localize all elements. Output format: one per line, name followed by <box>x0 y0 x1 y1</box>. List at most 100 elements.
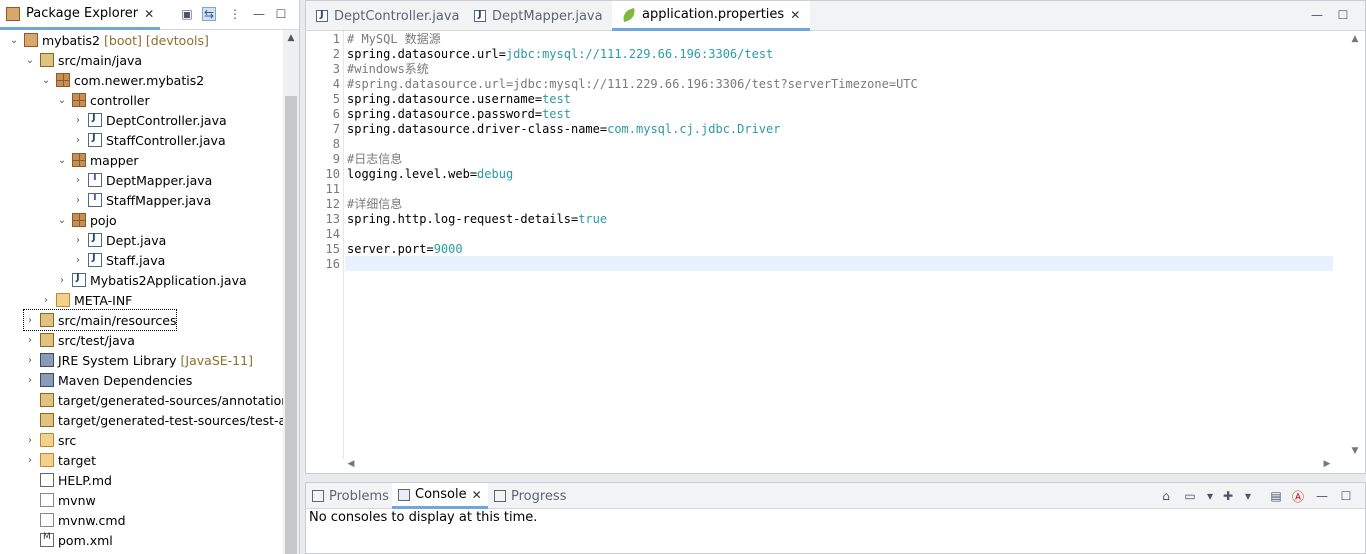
tree-item[interactable]: ⌄ controller <box>56 90 150 110</box>
line-number: 1 <box>332 31 340 46</box>
tree-item[interactable]: › Staff.java <box>72 250 165 270</box>
scroll-left-arrow-icon[interactable]: ◀ <box>344 457 358 471</box>
tree-item[interactable]: mvnw <box>24 490 96 510</box>
tree-item[interactable]: ⌄ com.newer.mybatis2 <box>40 70 204 90</box>
chevron-down-icon[interactable]: ⌄ <box>56 154 68 166</box>
scroll-up-arrow-icon[interactable]: ▲ <box>283 30 299 46</box>
tab-progress[interactable]: Progress <box>488 483 572 509</box>
chevron-down-icon[interactable]: ⌄ <box>24 54 36 66</box>
chevron-right-icon[interactable]: › <box>24 314 36 326</box>
tree-item[interactable]: › target <box>24 450 96 470</box>
chevron-right-icon[interactable]: › <box>24 434 36 446</box>
tree-item-label: META-INF <box>74 292 133 308</box>
key-token: spring.datasource.driver-class-name= <box>347 121 608 136</box>
tree-item[interactable]: mvnw.cmd <box>24 510 126 530</box>
open-console-icon[interactable]: ✚ <box>1220 488 1236 504</box>
maximize-icon[interactable]: ☐ <box>274 7 288 21</box>
key-token: server.port= <box>347 241 434 256</box>
chevron-down-icon[interactable]: ⌄ <box>56 94 68 106</box>
tab-problems[interactable]: Problems <box>306 483 395 509</box>
tree-item[interactable]: › StaffController.java <box>72 130 226 150</box>
tree-item-label: controller <box>90 92 150 108</box>
clipboard-icon[interactable]: ▤ <box>1268 488 1284 504</box>
tree-item[interactable]: target/generated-sources/annotations <box>24 390 283 410</box>
chevron-right-icon[interactable]: › <box>24 374 36 386</box>
tab-package-explorer[interactable]: Package Explorer ✕ <box>0 0 161 30</box>
minimize-icon[interactable]: — <box>252 7 266 21</box>
editor-vertical-scrollbar[interactable]: ▲ ▼ <box>1347 31 1363 459</box>
tree-item[interactable]: › Maven Dependencies <box>24 370 192 390</box>
maximize-icon[interactable]: ☐ <box>1338 488 1354 504</box>
scroll-right-arrow-icon[interactable]: ▶ <box>1320 457 1334 471</box>
tree-item[interactable]: › META-INF <box>40 290 132 310</box>
editor-tab-bar: DeptController.java DeptMapper.java appl… <box>306 1 1365 31</box>
link-with-editor-icon[interactable]: ⇆ <box>202 7 216 21</box>
tree-item[interactable]: ⌄ pojo <box>56 210 117 230</box>
tree-item-decoration: [JavaSE-11] <box>180 352 253 368</box>
chevron-down-icon[interactable]: ▾ <box>1202 488 1218 504</box>
tree-item[interactable]: HELP.md <box>24 470 112 490</box>
maximize-icon[interactable]: ☐ <box>1336 8 1350 22</box>
chevron-right-icon[interactable]: › <box>72 114 84 126</box>
chevron-right-icon[interactable]: › <box>40 294 52 306</box>
tree-item[interactable]: › src/test/java <box>24 330 135 350</box>
code-line: 4 #spring.datasource.url=jdbc:mysql://111… <box>318 76 918 91</box>
file-icon <box>40 493 54 507</box>
close-icon[interactable]: ✕ <box>790 8 800 22</box>
tree-item[interactable]: ⌄ mapper <box>56 150 139 170</box>
chevron-right-icon[interactable]: › <box>72 194 84 206</box>
chevron-right-icon[interactable]: › <box>24 334 36 346</box>
tree-item[interactable]: › DeptMapper.java <box>72 170 212 190</box>
chevron-right-icon[interactable] <box>24 414 36 426</box>
scroll-thumb[interactable] <box>285 96 297 554</box>
minimize-icon[interactable]: — <box>1310 8 1324 22</box>
editor-horizontal-scrollbar[interactable]: ◀ ▶ <box>344 457 1334 471</box>
chevron-down-icon[interactable]: ⌄ <box>40 74 52 86</box>
tree-item[interactable]: › src/main/resources <box>22 309 178 331</box>
chevron-down-icon[interactable]: ▾ <box>1240 488 1256 504</box>
chevron-right-icon[interactable] <box>24 534 36 546</box>
tree-item[interactable]: › Mybatis2Application.java <box>56 270 247 290</box>
tab-deptmapper[interactable]: DeptMapper.java <box>464 1 613 31</box>
pin-console-icon[interactable]: ⌂ <box>1158 488 1174 504</box>
close-icon[interactable]: ✕ <box>472 488 482 502</box>
line-number: 6 <box>332 106 340 121</box>
tree-item[interactable]: › JRE System Library [JavaSE-11] <box>24 350 253 370</box>
tree-item[interactable]: ⌄ mybatis2 [boot] [devtools] <box>8 30 209 50</box>
remote-icon[interactable]: Ⓐ <box>1290 488 1306 504</box>
scroll-up-arrow-icon[interactable]: ▲ <box>1347 31 1363 47</box>
chevron-right-icon[interactable] <box>24 494 36 506</box>
close-icon[interactable]: ✕ <box>144 7 154 21</box>
tree-item[interactable]: › StaffMapper.java <box>72 190 211 210</box>
chevron-right-icon[interactable]: › <box>72 234 84 246</box>
chevron-down-icon[interactable]: ⌄ <box>56 214 68 226</box>
tab-application-properties[interactable]: application.properties ✕ <box>612 1 811 31</box>
tab-deptcontroller[interactable]: DeptController.java <box>306 1 469 31</box>
chevron-right-icon[interactable] <box>24 474 36 486</box>
display-console-icon[interactable]: ▭ <box>1182 488 1198 504</box>
tree-item[interactable]: › Dept.java <box>72 230 166 250</box>
chevron-right-icon[interactable]: › <box>24 354 36 366</box>
view-menu-icon[interactable]: ⋮ <box>228 7 242 21</box>
tree-item[interactable]: target/generated-test-sources/test-an <box>24 410 283 430</box>
tree-item[interactable]: › src <box>24 430 76 450</box>
chevron-right-icon[interactable]: › <box>24 454 36 466</box>
chevron-right-icon[interactable]: › <box>72 254 84 266</box>
chevron-right-icon[interactable]: › <box>72 134 84 146</box>
code-area[interactable]: 1 # MySQL 数据源 2 spring.datasource.url=jdbc:… <box>318 31 1334 459</box>
chevron-right-icon[interactable]: › <box>56 274 68 286</box>
tree-item[interactable]: pom.xml <box>24 530 113 550</box>
minimize-icon[interactable]: — <box>1314 488 1330 504</box>
tree-item[interactable]: › DeptController.java <box>72 110 227 130</box>
collapse-all-icon[interactable]: ▣ <box>180 7 194 21</box>
tree-item[interactable]: ⌄ src/main/java <box>24 50 142 70</box>
scroll-down-arrow-icon[interactable]: ▼ <box>1347 443 1363 459</box>
chevron-down-icon[interactable]: ⌄ <box>8 34 20 46</box>
code-line: 10 logging.level.web=debug <box>318 166 514 181</box>
key-token: spring.datasource.password= <box>347 106 543 121</box>
chevron-right-icon[interactable]: › <box>72 174 84 186</box>
chevron-right-icon[interactable] <box>24 514 36 526</box>
tab-console[interactable]: Console ✕ <box>392 483 488 509</box>
tree-scrollbar[interactable]: ▲ <box>283 30 299 554</box>
chevron-right-icon[interactable] <box>24 394 36 406</box>
